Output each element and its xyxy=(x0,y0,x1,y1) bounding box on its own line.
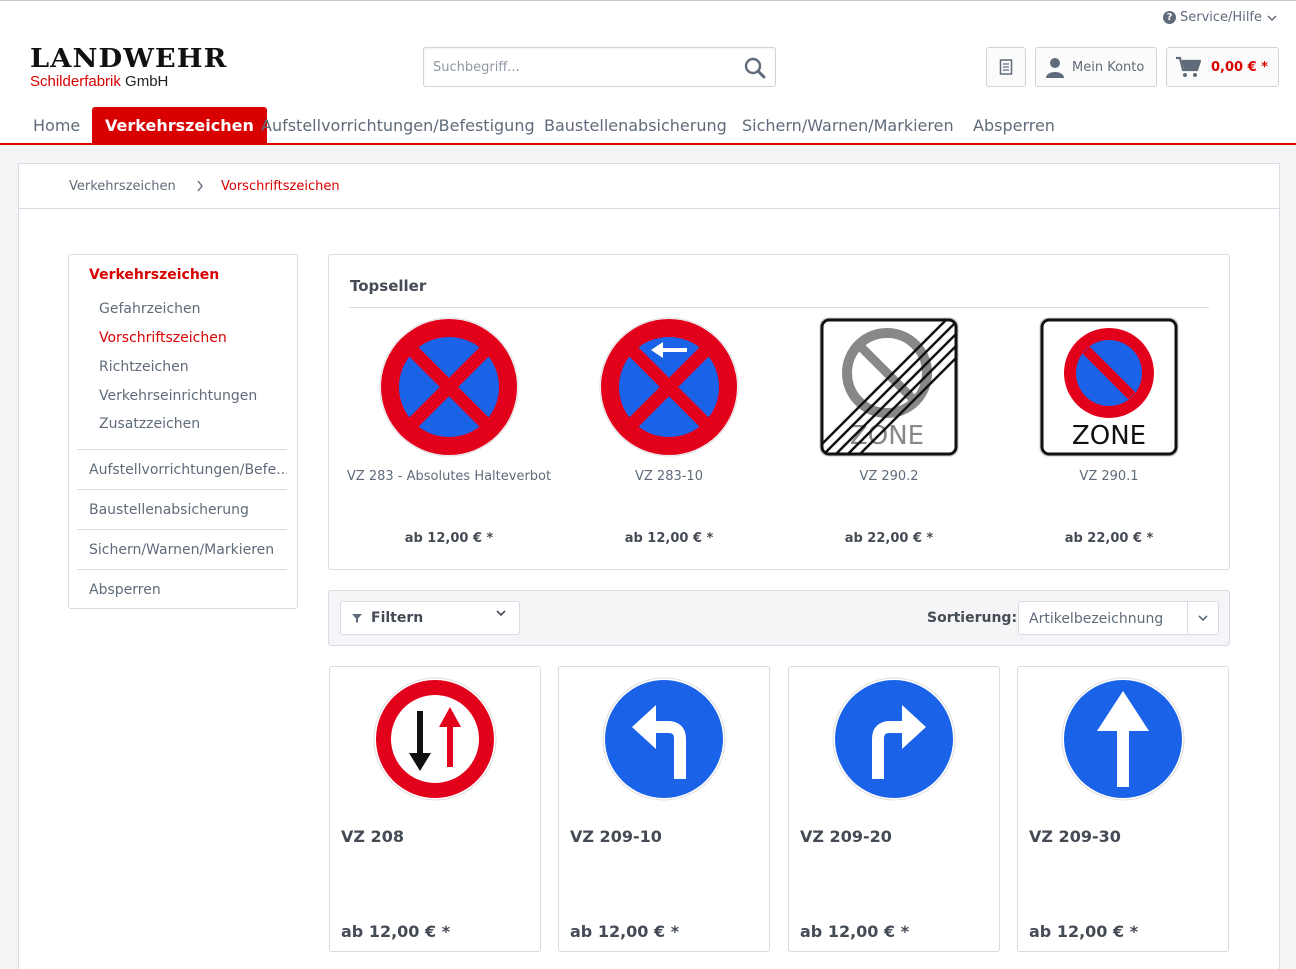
product-price: ab 12,00 € * xyxy=(1029,922,1139,941)
nav-item-sichern-warnen[interactable]: Sichern/Warnen/Markieren xyxy=(742,107,954,143)
zone-label: ZONE xyxy=(1072,421,1146,451)
breadcrumb-item-verkehrszeichen[interactable]: Verkehrszeichen xyxy=(69,179,176,194)
product-price: ab 12,00 € * xyxy=(800,922,910,941)
topseller-price: ab 12,00 € * xyxy=(624,531,714,546)
zone-parking-sign-icon: ZONE xyxy=(1039,317,1179,457)
product-name: VZ 209-10 xyxy=(570,827,662,846)
filter-icon xyxy=(352,614,362,623)
sidebar-item-gefahrzeichen[interactable]: Gefahrzeichen xyxy=(99,301,201,317)
search-icon[interactable] xyxy=(743,56,767,80)
category-sidebar: Verkehrszeichen Gefahrzeichen Vorschrift… xyxy=(68,254,298,609)
topseller-item[interactable]: VZ 283-10 ab 12,00 € * xyxy=(559,317,779,557)
notepad-icon xyxy=(999,59,1013,75)
account-button[interactable]: Mein Konto xyxy=(1035,47,1157,87)
halteverbot-sign-icon xyxy=(379,317,519,457)
filter-label: Filtern xyxy=(371,610,424,626)
sort-select[interactable]: Artikelbezeichnung xyxy=(1018,601,1219,635)
links-abbiegen-sign-icon xyxy=(602,677,726,801)
vorrang-gegenverkehr-sign-icon xyxy=(373,677,497,801)
topseller-item[interactable]: VZ 283 - Absolutes Halteverbot ab 12,00 … xyxy=(339,317,559,557)
topseller-price: ab 22,00 € * xyxy=(1064,531,1154,546)
sidebar-item-baustellenabsicherung[interactable]: Baustellenabsicherung xyxy=(77,489,287,529)
chevron-down-icon xyxy=(1267,14,1277,21)
logo-title: LANDWEHR xyxy=(30,44,228,74)
nav-item-baustellenabsicherung[interactable]: Baustellenabsicherung xyxy=(544,107,727,143)
logo-subtitle: Schilderfabrik GmbH xyxy=(30,73,169,90)
topseller-name: VZ 290.2 xyxy=(859,469,919,484)
sidebar-item-zusatzzeichen[interactable]: Zusatzzeichen xyxy=(99,416,200,432)
cart-button[interactable]: 0,00 € * xyxy=(1166,47,1279,87)
product-name: VZ 209-30 xyxy=(1029,827,1121,846)
topseller-name: VZ 283-10 xyxy=(635,469,703,484)
sidebar-item-absperren[interactable]: Absperren xyxy=(77,569,287,609)
service-help-menu[interactable]: ? Service/Hilfe xyxy=(1163,10,1278,25)
sort-label: Sortierung: xyxy=(927,610,1018,626)
breadcrumb-item-vorschriftszeichen[interactable]: Vorschriftszeichen xyxy=(221,179,340,194)
filter-bar: Filtern Sortierung: Artikelbezeichnung xyxy=(328,590,1230,646)
product-name: VZ 208 xyxy=(341,827,404,846)
shop-logo[interactable]: LANDWEHR Schilderfabrik GmbH xyxy=(30,45,226,91)
sidebar-item-verkehrseinrichtungen[interactable]: Verkehrseinrichtungen xyxy=(99,388,257,404)
zone-end-sign-icon: ZONE xyxy=(819,317,959,457)
chevron-down-icon xyxy=(496,610,506,617)
sort-value: Artikelbezeichnung xyxy=(1029,611,1164,627)
main-navigation: Home Verkehrszeichen Aufstellvorrichtung… xyxy=(0,107,1296,145)
product-card[interactable]: VZ 209-30 ab 12,00 € * xyxy=(1017,666,1229,952)
product-card[interactable]: VZ 209-20 ab 12,00 € * xyxy=(788,666,1000,952)
notepad-button[interactable] xyxy=(986,47,1026,87)
breadcrumb: Verkehrszeichen Vorschriftszeichen xyxy=(19,164,1279,209)
nav-item-verkehrszeichen[interactable]: Verkehrszeichen xyxy=(92,107,267,143)
product-name: VZ 209-20 xyxy=(800,827,892,846)
geradeaus-sign-icon xyxy=(1061,677,1185,801)
cart-icon xyxy=(1176,56,1201,77)
product-card[interactable]: VZ 209-10 ab 12,00 € * xyxy=(558,666,770,952)
topseller-price: ab 12,00 € * xyxy=(404,531,494,546)
topseller-title: Topseller xyxy=(350,277,427,295)
filter-button[interactable]: Filtern xyxy=(340,601,520,635)
account-label: Mein Konto xyxy=(1072,59,1145,75)
nav-item-home[interactable]: Home xyxy=(33,107,80,143)
sort-dropdown-arrow[interactable] xyxy=(1187,602,1218,634)
sidebar-item-vorschriftszeichen[interactable]: Vorschriftszeichen xyxy=(99,330,227,346)
search-input[interactable] xyxy=(424,48,724,86)
topseller-item[interactable]: ZONE VZ 290.1 ab 22,00 € * xyxy=(999,317,1219,557)
sidebar-item-aufstellvorrichtungen[interactable]: Aufstellvorrichtungen/Befe... xyxy=(77,449,287,489)
chevron-down-icon xyxy=(1198,615,1208,622)
topseller-name: VZ 290.1 xyxy=(1079,469,1139,484)
rechts-abbiegen-sign-icon xyxy=(832,677,956,801)
service-help-label: Service/Hilfe xyxy=(1180,10,1262,25)
divider xyxy=(349,307,1209,308)
topseller-name: VZ 283 - Absolutes Halteverbot xyxy=(346,469,552,484)
topseller-box: Topseller VZ 283 - Absolutes Halteverbot… xyxy=(328,254,1230,570)
nav-item-aufstellvorrichtungen[interactable]: Aufstellvorrichtungen/Befestigung xyxy=(261,107,535,143)
user-icon xyxy=(1046,58,1064,78)
top-header: ? Service/Hilfe LANDWEHR Schilderfabrik … xyxy=(0,0,1296,145)
help-icon: ? xyxy=(1163,11,1176,24)
product-price: ab 12,00 € * xyxy=(341,922,451,941)
product-card[interactable]: VZ 208 ab 12,00 € * xyxy=(329,666,541,952)
topseller-item[interactable]: ZONE VZ 290.2 ab 22,00 € * xyxy=(779,317,999,557)
sidebar-heading-verkehrszeichen[interactable]: Verkehrszeichen xyxy=(89,267,219,283)
nav-item-absperren[interactable]: Absperren xyxy=(973,107,1055,143)
chevron-right-icon xyxy=(197,180,203,192)
search-box xyxy=(423,47,776,87)
content-panel: Verkehrszeichen Vorschriftszeichen Verke… xyxy=(18,163,1280,969)
cart-amount: 0,00 € * xyxy=(1211,59,1268,75)
sidebar-item-sichern-warnen[interactable]: Sichern/Warnen/Markieren xyxy=(77,529,287,569)
product-price: ab 12,00 € * xyxy=(570,922,680,941)
topseller-price: ab 22,00 € * xyxy=(844,531,934,546)
sidebar-item-richtzeichen[interactable]: Richtzeichen xyxy=(99,359,189,375)
halteverbot-arrow-sign-icon xyxy=(599,317,739,457)
